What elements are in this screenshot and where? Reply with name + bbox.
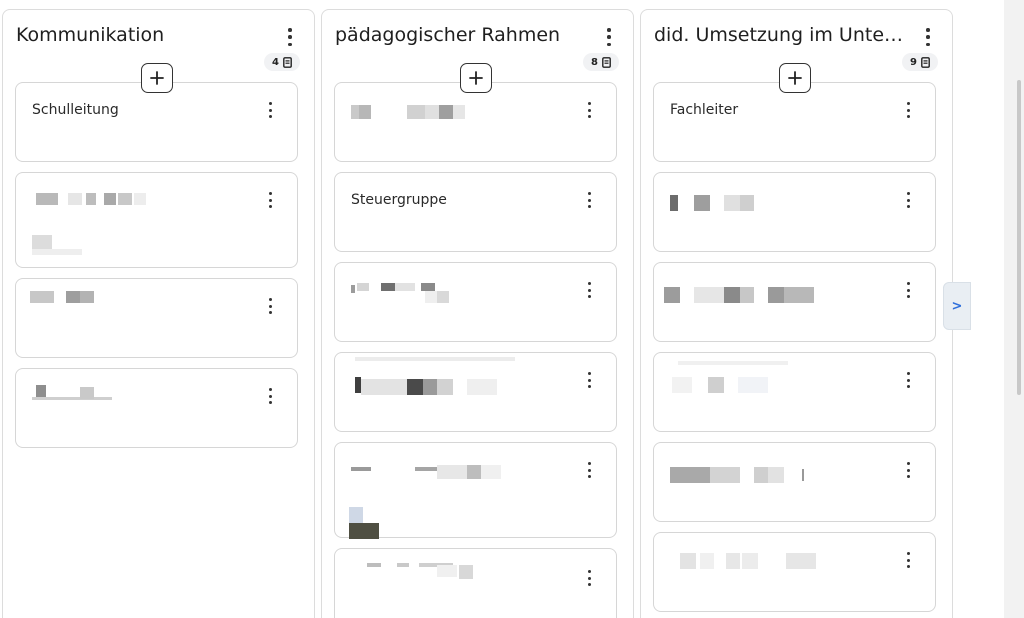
more-vertical-icon[interactable] [586, 192, 592, 208]
card[interactable]: Schulleitung [15, 82, 298, 162]
card[interactable] [15, 368, 298, 448]
plus-icon [150, 71, 164, 85]
card[interactable] [15, 278, 298, 358]
column-title: pädagogischer Rahmen [335, 24, 561, 46]
card[interactable] [334, 82, 617, 162]
card[interactable] [334, 352, 617, 432]
blurred-content [351, 105, 481, 119]
more-vertical-icon[interactable] [922, 28, 934, 46]
blurred-content [664, 287, 824, 303]
blurred-content [30, 291, 110, 305]
more-vertical-icon[interactable] [905, 102, 911, 118]
card-count: 8 [591, 56, 598, 68]
more-vertical-icon[interactable] [284, 28, 296, 46]
more-vertical-icon[interactable] [586, 570, 592, 586]
card-count: 4 [272, 56, 279, 68]
more-vertical-icon[interactable] [905, 192, 911, 208]
scrollbar-thumb[interactable] [1017, 80, 1021, 395]
more-vertical-icon[interactable] [586, 372, 592, 388]
more-vertical-icon[interactable] [905, 552, 911, 568]
column-kommunikation: Kommunikation 4 Schulleitung [2, 9, 315, 618]
card[interactable] [653, 352, 936, 432]
plus-icon [469, 71, 483, 85]
column-title: did. Umsetzung im Unterr... [654, 24, 904, 46]
card[interactable] [15, 172, 298, 268]
document-icon [602, 56, 611, 68]
column-did-umsetzung: did. Umsetzung im Unterr... 9 Fachleiter [640, 9, 953, 618]
more-vertical-icon[interactable] [267, 192, 273, 208]
more-vertical-icon[interactable] [267, 102, 273, 118]
card[interactable] [653, 532, 936, 612]
more-vertical-icon[interactable] [603, 28, 615, 46]
blurred-content [32, 385, 112, 401]
card[interactable] [334, 442, 617, 539]
more-vertical-icon[interactable] [586, 102, 592, 118]
card-title: Fachleiter [670, 102, 739, 118]
card[interactable]: Steuergruppe [334, 172, 617, 252]
card[interactable] [653, 172, 936, 252]
blurred-content [670, 553, 830, 571]
blurred-content [351, 357, 515, 397]
more-vertical-icon[interactable] [586, 282, 592, 298]
more-vertical-icon[interactable] [267, 298, 273, 314]
blurred-content [668, 361, 808, 397]
add-card-button[interactable] [141, 63, 173, 93]
blurred-content [32, 193, 162, 255]
add-card-button[interactable] [460, 63, 492, 93]
card[interactable] [653, 442, 936, 522]
card-title: Schulleitung [32, 102, 119, 118]
card-count-badge: 9 [902, 53, 938, 71]
card-count: 9 [910, 56, 917, 68]
blurred-content [347, 463, 507, 539]
card-title: Steuergruppe [351, 192, 447, 208]
document-icon [283, 56, 292, 68]
more-vertical-icon[interactable] [905, 462, 911, 478]
add-card-button[interactable] [779, 63, 811, 93]
card[interactable] [653, 262, 936, 342]
blurred-content [347, 563, 507, 583]
chevron-right-icon: > [951, 298, 963, 314]
more-vertical-icon[interactable] [905, 372, 911, 388]
blurred-content [351, 281, 471, 305]
column-title: Kommunikation [16, 24, 165, 46]
card-count-badge: 8 [583, 53, 619, 71]
blurred-content [670, 195, 770, 211]
card[interactable] [334, 548, 617, 618]
card[interactable] [334, 262, 617, 342]
document-icon [921, 56, 930, 68]
scrollbar-track[interactable] [1004, 0, 1024, 618]
plus-icon [788, 71, 802, 85]
board: Kommunikation 4 Schulleitung pädagogisch… [0, 0, 1004, 618]
next-columns-button[interactable]: > [943, 282, 971, 330]
blurred-content [670, 467, 810, 483]
card-count-badge: 4 [264, 53, 300, 71]
column-paedagogischer-rahmen: pädagogischer Rahmen 8 Steuergruppe [321, 9, 634, 618]
more-vertical-icon[interactable] [586, 462, 592, 478]
card[interactable]: Fachleiter [653, 82, 936, 162]
more-vertical-icon[interactable] [905, 282, 911, 298]
more-vertical-icon[interactable] [267, 388, 273, 404]
